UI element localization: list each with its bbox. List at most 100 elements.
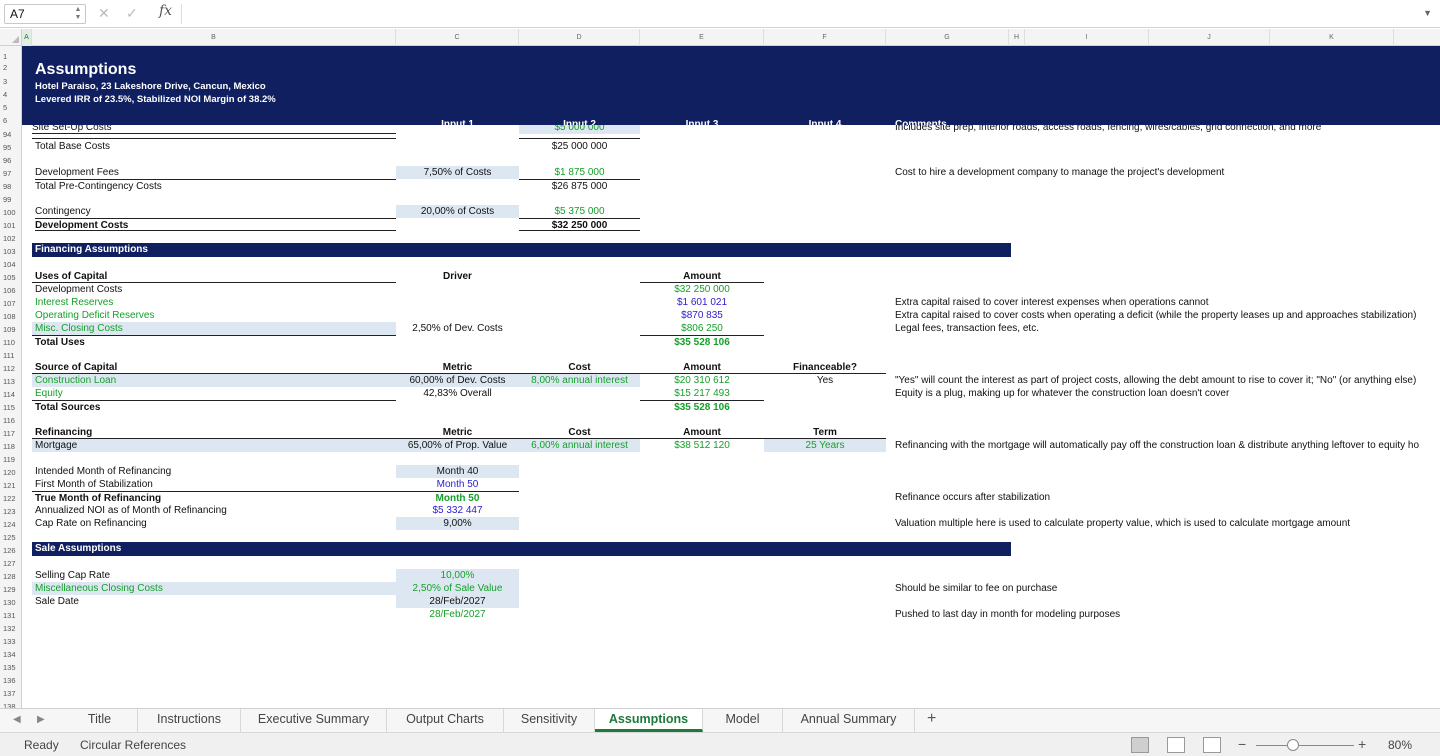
- worksheet-grid[interactable]: Assumptions Hotel Paraiso, 23 Lakeshore …: [22, 46, 1440, 708]
- tab-executive-summary[interactable]: Executive Summary: [241, 709, 387, 732]
- row-header[interactable]: 99: [0, 193, 21, 206]
- row-header[interactable]: 118: [0, 440, 21, 453]
- pre-contingency-label[interactable]: Total Pre-Contingency Costs: [35, 179, 396, 192]
- previous-sheet-icon[interactable]: ◀: [13, 714, 21, 725]
- total-sources-label[interactable]: Total Sources: [32, 400, 396, 413]
- misc-closing-label[interactable]: Miscellaneous Closing Costs: [32, 582, 396, 595]
- function-icon[interactable]: fx: [159, 3, 172, 19]
- row-header[interactable]: 127: [0, 557, 21, 570]
- tab-assumptions[interactable]: Assumptions: [595, 709, 703, 732]
- tab-title[interactable]: Title: [62, 709, 138, 732]
- name-box[interactable]: A7 ▲ ▼: [4, 4, 86, 24]
- row-header[interactable]: 103: [0, 245, 21, 258]
- add-sheet-icon[interactable]: +: [927, 710, 936, 728]
- row-header[interactable]: 107: [0, 297, 21, 310]
- row-header[interactable]: 111: [0, 349, 21, 362]
- contingency-value[interactable]: $5 375 000: [519, 205, 640, 218]
- development-costs-label[interactable]: Development Costs: [35, 218, 396, 231]
- cap-rate-comment[interactable]: Valuation multiple here is used to calcu…: [895, 517, 1440, 530]
- row-header[interactable]: 135: [0, 661, 21, 674]
- row-header[interactable]: 109: [0, 323, 21, 336]
- tab-instructions[interactable]: Instructions: [138, 709, 241, 732]
- equity-comment[interactable]: Equity is a plug, making up for whatever…: [895, 387, 1440, 400]
- total-sources-value[interactable]: $35 528 106: [640, 400, 764, 413]
- row-header[interactable]: 97: [0, 167, 21, 180]
- column-header-f[interactable]: F: [764, 29, 886, 46]
- uses-row-amount[interactable]: $806 250: [640, 322, 764, 335]
- uses-row-comment[interactable]: Legal fees, transaction fees, etc.: [895, 322, 1440, 335]
- column-header-d[interactable]: D: [519, 29, 640, 46]
- zoom-slider[interactable]: [1256, 745, 1354, 746]
- mortgage-amount[interactable]: $38 512 120: [640, 439, 764, 452]
- pre-contingency-value[interactable]: $26 875 000: [519, 179, 640, 192]
- formula-input[interactable]: [186, 4, 1416, 24]
- uses-row-comment[interactable]: Extra capital raised to cover costs when…: [895, 309, 1440, 322]
- row-header[interactable]: 133: [0, 635, 21, 648]
- intended-month-label[interactable]: Intended Month of Refinancing: [35, 465, 395, 478]
- development-fees-input[interactable]: 7,50% of Costs: [396, 166, 519, 179]
- row-header[interactable]: 121: [0, 479, 21, 492]
- uses-row-label[interactable]: Misc. Closing Costs: [32, 322, 396, 335]
- column-header-g[interactable]: G: [886, 29, 1009, 46]
- site-setup-comment[interactable]: Includes site prep, interior roads, acce…: [895, 125, 1440, 134]
- cap-rate-value[interactable]: 9,00%: [396, 517, 519, 530]
- row-header[interactable]: 128: [0, 570, 21, 583]
- column-header-j[interactable]: J: [1149, 29, 1270, 46]
- column-header-k[interactable]: K: [1270, 29, 1394, 46]
- true-month-value[interactable]: Month 50: [396, 491, 519, 504]
- uses-row-amount[interactable]: $870 835: [640, 309, 764, 322]
- row-header[interactable]: 138: [0, 700, 21, 708]
- row-header[interactable]: 124: [0, 518, 21, 531]
- row-header[interactable]: 4: [0, 88, 21, 101]
- next-sheet-icon[interactable]: ▶: [37, 714, 45, 725]
- row-header[interactable]: 112: [0, 362, 21, 375]
- equity-metric[interactable]: 42,83% Overall: [396, 387, 519, 400]
- total-uses-value[interactable]: $35 528 106: [640, 335, 764, 348]
- uses-row-driver[interactable]: 2,50% of Dev. Costs: [396, 322, 519, 335]
- equity-amount[interactable]: $15 217 493: [640, 387, 764, 400]
- zoom-level[interactable]: 80%: [1388, 738, 1412, 752]
- construction-loan-cost[interactable]: 8,00% annual interest: [519, 374, 640, 387]
- circular-references-status[interactable]: Circular References: [80, 738, 186, 752]
- row-header[interactable]: 131: [0, 609, 21, 622]
- selling-cap-label[interactable]: Selling Cap Rate: [35, 569, 395, 582]
- uses-row-label[interactable]: Interest Reserves: [35, 296, 395, 309]
- page-break-view-icon[interactable]: [1203, 737, 1221, 753]
- mortgage-cost[interactable]: 6,00% annual interest: [519, 439, 640, 452]
- row-header[interactable]: 132: [0, 622, 21, 635]
- construction-loan-amount[interactable]: $20 310 612: [640, 374, 764, 387]
- development-fees-label[interactable]: Development Fees: [35, 166, 395, 179]
- select-all-corner[interactable]: [0, 29, 22, 46]
- annualized-noi-label[interactable]: Annualized NOI as of Month of Refinancin…: [35, 504, 395, 517]
- cap-rate-label[interactable]: Cap Rate on Refinancing: [35, 517, 395, 530]
- equity-label[interactable]: Equity: [35, 387, 395, 400]
- row-header[interactable]: 120: [0, 466, 21, 479]
- first-stabilization-value[interactable]: Month 50: [396, 478, 519, 491]
- uses-row-label[interactable]: Development Costs: [35, 283, 395, 296]
- row-header[interactable]: 96: [0, 154, 21, 167]
- column-header-i[interactable]: I: [1025, 29, 1149, 46]
- column-header-e[interactable]: E: [640, 29, 764, 46]
- tab-model[interactable]: Model: [703, 709, 783, 732]
- true-month-comment[interactable]: Refinance occurs after stabilization: [895, 491, 1440, 504]
- row-header[interactable]: 104: [0, 258, 21, 271]
- uses-row-comment[interactable]: Extra capital raised to cover interest e…: [895, 296, 1440, 309]
- row-header[interactable]: 119: [0, 453, 21, 466]
- row-header[interactable]: 136: [0, 674, 21, 687]
- row-header[interactable]: 105: [0, 271, 21, 284]
- row-header[interactable]: 114: [0, 388, 21, 401]
- cancel-icon[interactable]: ✕: [98, 5, 110, 22]
- name-box-stepper-icon[interactable]: ▲ ▼: [74, 6, 82, 22]
- uses-row-amount[interactable]: $1 601 021: [640, 296, 764, 309]
- row-header[interactable]: 129: [0, 583, 21, 596]
- construction-loan-financeable[interactable]: Yes: [764, 374, 886, 387]
- true-month-label[interactable]: True Month of Refinancing: [32, 491, 396, 504]
- construction-loan-comment[interactable]: "Yes" will count the interest as part of…: [895, 374, 1440, 387]
- row-header[interactable]: 101: [0, 219, 21, 232]
- row-header[interactable]: 134: [0, 648, 21, 661]
- row-header[interactable]: 125: [0, 531, 21, 544]
- row-header[interactable]: 106: [0, 284, 21, 297]
- uses-row-amount[interactable]: $32 250 000: [640, 283, 764, 296]
- row-header[interactable]: 126: [0, 544, 21, 557]
- mortgage-label[interactable]: Mortgage: [32, 439, 396, 452]
